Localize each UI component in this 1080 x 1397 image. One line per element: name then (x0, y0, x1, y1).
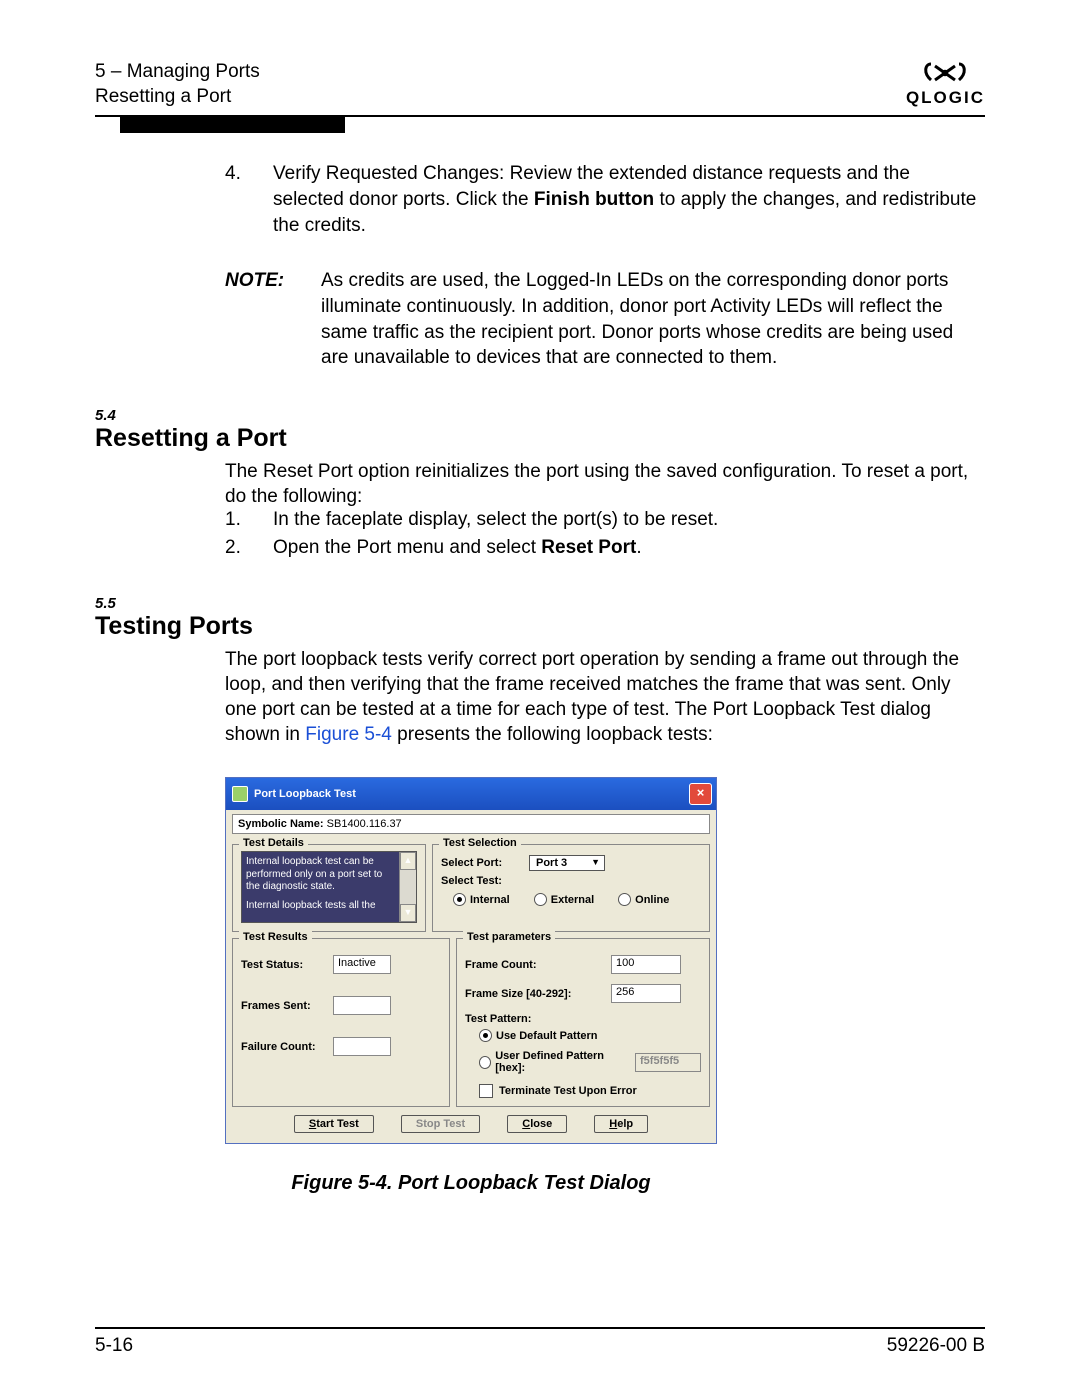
frame-size-input[interactable]: 256 (611, 984, 681, 1003)
select-port-label: Select Port: (441, 857, 521, 869)
step-4: 4. Verify Requested Changes: Review the … (225, 161, 985, 238)
close-icon[interactable]: × (689, 783, 712, 805)
frames-sent-label: Frames Sent: (241, 1000, 327, 1012)
radio-external[interactable]: External (534, 893, 594, 906)
section-heading-testing: Testing Ports (95, 612, 985, 641)
scroll-down-icon[interactable]: ▼ (400, 904, 416, 922)
frames-sent-value (333, 996, 391, 1015)
radio-default-pattern[interactable]: Use Default Pattern (479, 1029, 701, 1042)
radio-online[interactable]: Online (618, 893, 669, 906)
section-tab-bar (120, 116, 345, 133)
qlogic-logo: QLOGIC (906, 60, 985, 108)
section-heading-resetting: Resetting a Port (95, 424, 985, 453)
test-selection-panel: Test Selection Select Port: Port 3 Selec… (432, 844, 710, 932)
dialog-app-icon (232, 786, 248, 802)
frame-size-label: Frame Size [40-292]: (465, 988, 605, 1000)
figure-5-4: Port Loopback Test × Symbolic Name: SB14… (225, 777, 717, 1195)
select-test-label: Select Test: (441, 875, 521, 887)
step-text: Verify Requested Changes: Review the ext… (273, 161, 985, 238)
test-status-value: Inactive (333, 955, 391, 974)
test-pattern-label: Test Pattern: (465, 1013, 701, 1025)
step-number: 4. (225, 161, 249, 238)
test-status-label: Test Status: (241, 959, 327, 971)
section-para-5-5: The port loopback tests verify correct p… (225, 647, 985, 747)
close-button[interactable]: Close (507, 1115, 567, 1133)
section-para-5-4: The Reset Port option reinitializes the … (225, 459, 985, 509)
dialog-titlebar: Port Loopback Test × (226, 778, 716, 810)
step-5-4-2: 2. Open the Port menu and select Reset P… (225, 537, 985, 559)
terminate-checkbox[interactable] (479, 1084, 493, 1098)
footer-rule (95, 1327, 985, 1329)
page-number: 5-16 (95, 1335, 133, 1357)
user-pattern-input: f5f5f5f5 (635, 1053, 701, 1072)
header-section: Resetting a Port (95, 85, 260, 110)
port-loopback-dialog: Port Loopback Test × Symbolic Name: SB14… (225, 777, 717, 1144)
radio-user-pattern[interactable]: User Defined Pattern [hex]: f5f5f5f5 (479, 1050, 701, 1074)
figure-caption: Figure 5-4. Port Loopback Test Dialog (225, 1172, 717, 1195)
symbolic-name-row: Symbolic Name: SB1400.116.37 (232, 814, 710, 834)
note-block: NOTE: As credits are used, the Logged-In… (225, 268, 985, 371)
header-chapter: 5 – Managing Ports (95, 60, 260, 85)
note-label: NOTE: (225, 268, 297, 371)
dialog-title-text: Port Loopback Test (254, 788, 356, 800)
scroll-up-icon[interactable]: ▲ (400, 852, 416, 870)
failure-count-label: Failure Count: (241, 1041, 327, 1053)
section-number-5-5: 5.5 (95, 595, 985, 612)
failure-count-value (333, 1037, 391, 1056)
help-button[interactable]: Help (594, 1115, 648, 1133)
terminate-label: Terminate Test Upon Error (499, 1085, 637, 1097)
test-results-panel: Test Results Test Status: Inactive Frame… (232, 938, 450, 1107)
test-parameters-panel: Test parameters Frame Count: 100 Frame S… (456, 938, 710, 1107)
select-port-dropdown[interactable]: Port 3 (529, 855, 605, 871)
doc-number: 59226-00 B (887, 1335, 985, 1357)
logo-text: QLOGIC (906, 88, 985, 108)
section-number-5-4: 5.4 (95, 407, 985, 424)
qlogic-logo-icon (921, 60, 969, 86)
figure-ref-link[interactable]: Figure 5-4 (305, 724, 392, 745)
stop-test-button: Stop Test (401, 1115, 480, 1133)
test-details-panel: Test Details Internal loopback test can … (232, 844, 426, 932)
radio-internal[interactable]: Internal (453, 893, 510, 906)
start-test-button[interactable]: Start Test (294, 1115, 374, 1133)
note-text: As credits are used, the Logged-In LEDs … (321, 268, 985, 371)
step-5-4-1: 1. In the faceplate display, select the … (225, 509, 985, 531)
test-details-text: Internal loopback test can be performed … (241, 851, 417, 923)
frame-count-input[interactable]: 100 (611, 955, 681, 974)
scrollbar[interactable]: ▲ ▼ (399, 852, 416, 922)
frame-count-label: Frame Count: (465, 959, 605, 971)
